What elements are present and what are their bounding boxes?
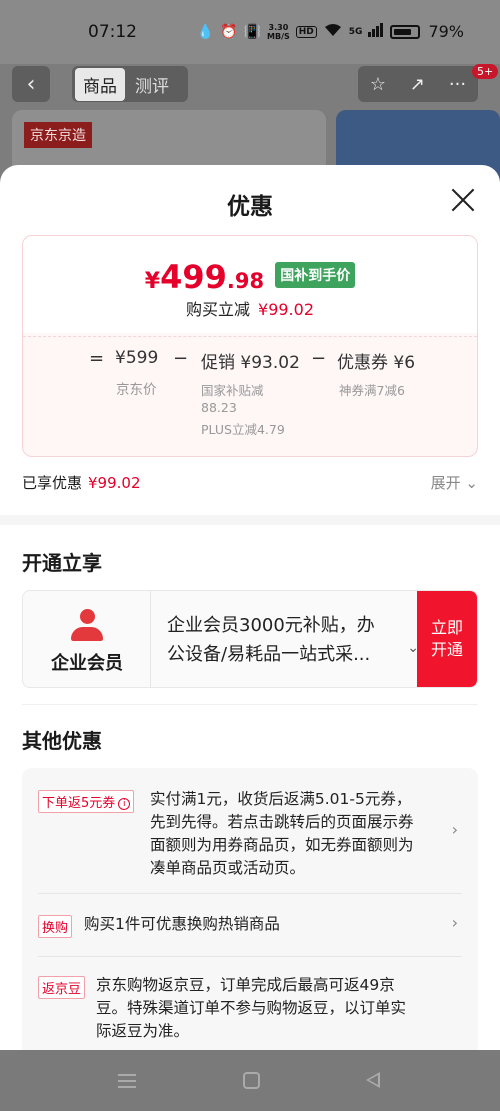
promo-text-line: 京东购物返京豆，订单完成后最高可返49京: [96, 976, 395, 994]
price-card: ¥499.98 国补到手价 购买立减 ¥99.02 = ¥599 京东价 − 促销…: [22, 235, 478, 457]
price-currency: ¥: [144, 269, 161, 294]
member-desc-line1: 企业会员3000元补贴，办: [167, 615, 375, 636]
member-desc-line2: 公设备/易耗品一站式采...: [167, 644, 371, 665]
section-divider: [0, 515, 500, 525]
promo-amount: 促销 ¥93.02: [201, 353, 300, 373]
jd-price-label: 京东价: [116, 382, 157, 398]
open-section-title: 开通立享: [22, 551, 102, 575]
status-icons: 💧 ⏰ 📳 3.30 MB/S HD 5G 79%: [197, 22, 464, 41]
alarm-icon: ⏰: [220, 23, 238, 40]
promo-tag: 下单返5元券 i: [38, 790, 135, 813]
promo-text-line: 实付满1元，收货后返满5.01-5元券，: [150, 790, 412, 808]
promo-tag: 返京豆: [38, 976, 86, 999]
minus-sign-1: −: [173, 348, 189, 369]
sheet-title: 优惠: [227, 194, 273, 220]
signal-5g-label: 5G: [348, 26, 363, 37]
net-speed-value: 3.30: [268, 22, 289, 32]
reduce-line: 购买立减 ¥99.02: [23, 296, 477, 320]
battery-icon: [390, 24, 421, 39]
brand-tag: 京东京造: [24, 122, 92, 148]
reduce-label: 购买立减: [186, 300, 251, 319]
coupon-sub: 神券满7减6: [339, 383, 405, 398]
message-badge: 5+: [472, 64, 499, 79]
other-promos-card: 下单返5元券 i 实付满1元，收货后返满5.01-5元券， 先到先得。若点击跳转后…: [22, 768, 478, 1050]
member-label: 企业会员: [51, 653, 123, 674]
divider: [22, 704, 478, 705]
promo-item[interactable]: 下单返5元券 i 实付满1元，收货后返满5.01-5元券， 先到先得。若点击跳转后…: [38, 788, 462, 888]
user-icon: [71, 609, 103, 643]
vibrate-icon: 📳: [243, 23, 262, 40]
promo-tag: 换购: [38, 915, 73, 938]
status-time: 07:12: [88, 22, 137, 42]
system-nav-bar: [0, 1050, 500, 1111]
dashed-divider: [23, 336, 477, 337]
promo-sub-plus: PLUS立减4.79: [201, 422, 285, 437]
hd-icon: HD: [295, 25, 317, 38]
enjoyed-value: ¥99.02: [88, 474, 141, 492]
more-icon[interactable]: ···: [449, 74, 466, 95]
page-tabs: 商品 测评: [72, 66, 188, 102]
price-integer: 499: [160, 258, 227, 296]
promo-text-line: 豆。特殊渠道订单不参与购物返豆，以订单实: [96, 999, 407, 1017]
promo-text-line: 际返豆为准。: [96, 1022, 190, 1040]
chevron-right-icon: ›: [451, 913, 458, 932]
subsidy-price-tag: 国补到手价: [275, 262, 356, 288]
open-btn-line1: 立即: [430, 618, 463, 637]
tab-review[interactable]: 测评: [125, 68, 179, 101]
tab-product[interactable]: 商品: [75, 67, 125, 101]
promo-separator: [38, 956, 462, 957]
promo-item[interactable]: 换购 购买1件可优惠换购热销商品 ›: [38, 913, 462, 943]
net-speed: 3.30 MB/S: [267, 23, 290, 41]
net-speed-unit: MB/S: [267, 31, 290, 41]
jd-price: ¥599: [115, 348, 159, 368]
menu-icon[interactable]: [118, 1074, 136, 1088]
minus-sign-2: −: [311, 348, 327, 369]
reduce-value: ¥99.02: [258, 300, 314, 319]
close-icon[interactable]: [448, 185, 478, 215]
enjoyed-discount: 已享优惠 ¥99.02: [22, 472, 141, 493]
enterprise-member-card[interactable]: 企业会员 企业会员3000元补贴，办 公设备/易耗品一站式采... ⌄ 立即 开…: [22, 590, 478, 688]
chevron-down-icon: ⌄: [465, 474, 478, 492]
signal-icon: [368, 22, 384, 41]
promo-sub-national-value: 88.23: [201, 400, 237, 415]
chevron-left-icon: ‹: [26, 71, 36, 97]
member-left: 企业会员: [23, 591, 151, 687]
promo-text-line: 凑单商品页或活动页。: [150, 859, 306, 877]
status-bar: 07:12 💧 ⏰ 📳 3.30 MB/S HD 5G 79%: [0, 0, 500, 64]
promo-item: 返京豆 京东购物返京豆，订单完成后最高可返49京 豆。特殊渠道订单不参与购物返豆…: [38, 974, 462, 1050]
promo-sub-national: 国家补贴减: [201, 383, 264, 398]
promo-text-line: 先到先得。若点击跳转后的页面展示券: [150, 813, 414, 831]
equals-sign: =: [89, 348, 105, 369]
share-icon[interactable]: ↗: [410, 74, 425, 95]
promo-text: 购买1件可优惠换购热销商品: [84, 913, 414, 936]
expand-label: 展开: [430, 474, 461, 492]
promo-text: 京东购物返京豆，订单完成后最高可返49京 豆。特殊渠道订单不参与购物返豆，以订单…: [96, 974, 466, 1043]
discount-sheet: 优惠 ¥499.98 国补到手价 购买立减 ¥99.02 = ¥599 京东价 −…: [0, 165, 500, 1050]
back-triangle-icon[interactable]: [366, 1072, 380, 1088]
star-icon[interactable]: ☆: [370, 74, 386, 95]
price-decimal: .98: [226, 269, 265, 293]
enjoyed-label: 已享优惠: [22, 474, 83, 492]
open-btn-line2: 开通: [430, 640, 463, 659]
chevron-right-icon: ›: [451, 820, 458, 839]
coupon-amount: 优惠券 ¥6: [337, 353, 416, 373]
back-button[interactable]: ‹: [12, 66, 50, 102]
battery-percent: 79%: [428, 22, 464, 41]
member-description[interactable]: 企业会员3000元补贴，办 公设备/易耗品一站式采... ⌄: [167, 611, 419, 669]
other-section-title: 其他优惠: [22, 729, 102, 753]
home-icon[interactable]: [243, 1072, 260, 1089]
final-price: ¥499.98 国补到手价: [23, 258, 477, 296]
promo-text-line: 购买1件可优惠换购热销商品: [84, 915, 280, 933]
open-now-button[interactable]: 立即 开通: [417, 591, 477, 687]
promo-text-line: 面额则为用券商品页，如无券面额则为: [150, 836, 414, 854]
header-actions: ☆ ↗ ···: [358, 66, 478, 102]
promo-separator: [38, 893, 462, 894]
promo-text: 实付满1元，收货后返满5.01-5元券， 先到先得。若点击跳转后的页面展示券 面…: [150, 788, 440, 880]
wifi-icon: [323, 23, 343, 41]
expand-button[interactable]: 展开 ⌄: [431, 472, 478, 493]
info-icon[interactable]: i: [118, 798, 131, 810]
water-drop-icon: 💧: [196, 23, 215, 40]
